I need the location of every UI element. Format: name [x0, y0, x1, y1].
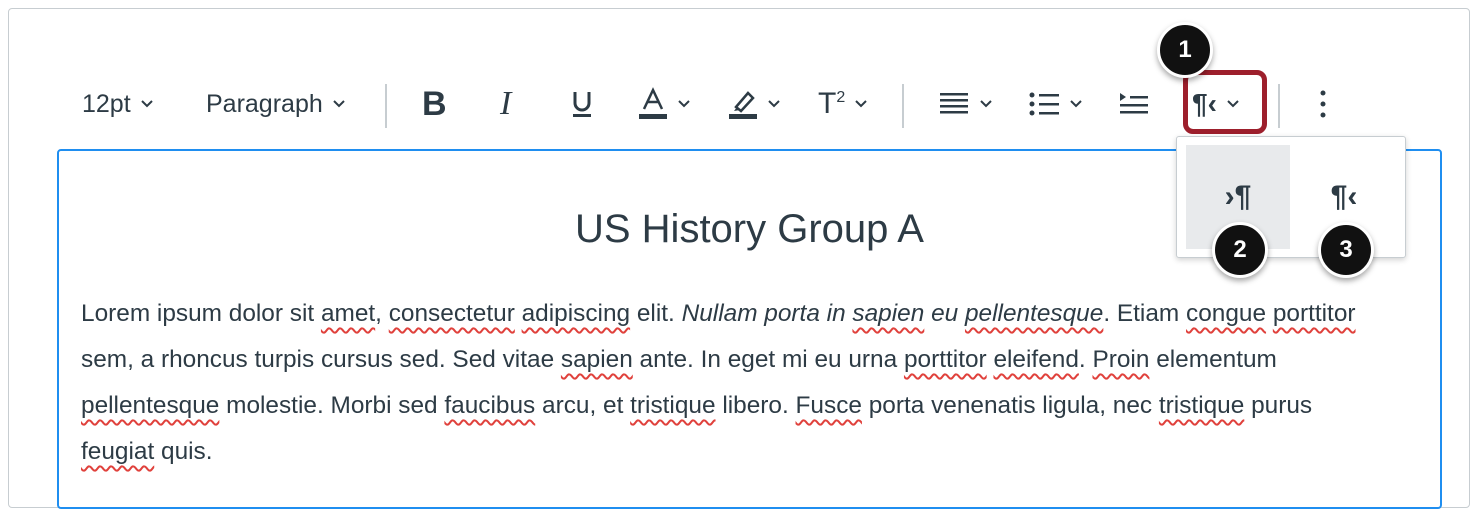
misspelled-word: feugiat [81, 438, 155, 465]
callout-badge-1: 1 [1157, 22, 1213, 78]
text-color-button[interactable] [638, 76, 692, 132]
chevron-down-icon [980, 100, 992, 108]
font-size-dropdown[interactable]: 12pt [82, 76, 155, 132]
text-run: molestie. Morbi sed [219, 392, 445, 419]
align-button[interactable] [938, 76, 994, 132]
misspelled-word: amet [320, 300, 376, 327]
bold-icon: B [422, 85, 447, 123]
text-run: ante. In eget mi eu urna [632, 346, 904, 373]
highlight-color-button[interactable] [728, 76, 782, 132]
misspelled-word: pellentesque [964, 300, 1104, 327]
editor-toolbar: 12pt Paragraph B I T2 ¶‹ [60, 76, 1380, 132]
text-run: libero. [715, 392, 796, 419]
superscript-icon: T2 [818, 87, 846, 120]
highlight-icon [729, 91, 757, 119]
right-to-left-icon: ¶‹ [1330, 180, 1358, 213]
misspelled-word: adipiscing [521, 300, 631, 327]
misspelled-word: porttitor [903, 346, 987, 373]
text-run: . Etiam [1103, 300, 1187, 327]
text-run [1266, 300, 1273, 327]
misspelled-word: porttitor [1272, 300, 1356, 327]
misspelled-word: Proin [1092, 346, 1150, 373]
misspelled-word: eleifend [993, 346, 1079, 373]
body-paragraph: Lorem ipsum dolor sit amet, consectetur … [81, 291, 1391, 475]
align-icon [940, 93, 968, 114]
indent-icon [1120, 93, 1148, 114]
text-run: elit. [630, 300, 682, 327]
toolbar-divider [385, 84, 387, 128]
list-button[interactable] [1028, 76, 1084, 132]
text-run: arcu, et [535, 392, 631, 419]
block-format-label: Paragraph [206, 89, 323, 118]
chevron-down-icon [768, 100, 780, 108]
font-size-label: 12pt [82, 89, 131, 118]
text-run: , [375, 300, 389, 327]
text-run: Lorem ipsum dolor sit [81, 300, 321, 327]
text-run: . [1078, 346, 1093, 373]
more-vertical-icon [1320, 90, 1326, 118]
left-to-right-icon: ›¶ [1224, 180, 1252, 213]
indent-button[interactable] [1118, 76, 1150, 132]
chevron-down-icon [333, 100, 345, 108]
chevron-down-icon [140, 100, 153, 108]
italic-button[interactable]: I [500, 76, 511, 132]
misspelled-word: sapien [852, 300, 925, 327]
text-color-icon [639, 87, 667, 119]
bold-button[interactable]: B [422, 76, 447, 132]
toolbar-divider [1278, 84, 1280, 128]
callout-badge-2: 2 [1212, 222, 1268, 278]
chevron-down-icon [855, 100, 867, 108]
text-run: elementum [1149, 346, 1277, 373]
chevron-down-icon [1070, 100, 1082, 108]
superscript-button[interactable]: T2 [818, 76, 869, 132]
callout-highlight [1183, 70, 1267, 134]
underline-icon [573, 92, 591, 117]
text-run: sem, a rhoncus turpis cursus sed. Sed vi… [81, 346, 561, 373]
callout-badge-3: 3 [1318, 222, 1374, 278]
more-options-button[interactable] [1318, 76, 1328, 132]
chevron-down-icon [678, 100, 690, 108]
underline-button[interactable] [570, 76, 594, 132]
toolbar-divider [902, 84, 904, 128]
text-run [515, 300, 522, 327]
misspelled-word: tristique [1158, 392, 1245, 419]
text-run: purus [1244, 392, 1313, 419]
misspelled-word: consectetur [388, 300, 515, 327]
misspelled-word: Fusce [795, 392, 862, 419]
misspelled-word: congue [1186, 300, 1267, 327]
text-run: Nullam porta in [681, 300, 853, 327]
misspelled-word: sapien [560, 346, 633, 373]
misspelled-word: faucibus [444, 392, 536, 419]
text-run: porta venenatis ligula, nec [861, 392, 1159, 419]
misspelled-word: tristique [630, 392, 716, 419]
italic-icon: I [500, 85, 512, 122]
text-run: eu [924, 300, 965, 327]
block-format-dropdown[interactable]: Paragraph [206, 76, 347, 132]
text-run: quis. [154, 438, 213, 465]
misspelled-word: pellentesque [81, 392, 220, 419]
bullet-list-icon [1029, 92, 1059, 116]
